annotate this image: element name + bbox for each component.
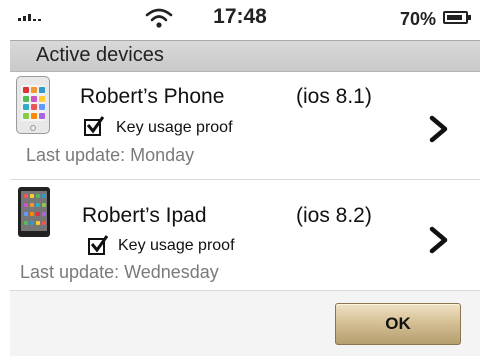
battery-icon	[443, 11, 471, 24]
last-update: Last update: Monday	[26, 145, 195, 165]
device-row-ipad[interactable]: Robert’s Ipad (ios 8.2) Key usage proof …	[10, 183, 480, 291]
section-header: Active devices	[10, 40, 480, 72]
checkbox-label: Key usage proof	[118, 237, 235, 254]
key-usage-proof-checkbox[interactable]	[84, 116, 105, 136]
iphone-icon	[16, 76, 50, 134]
checkbox-label: Key usage proof	[116, 119, 233, 136]
ipad-icon	[18, 187, 50, 237]
device-name: Robert’s Phone	[80, 85, 225, 108]
device-row-phone[interactable]: Robert’s Phone (ios 8.1) Key usage proof…	[10, 72, 480, 180]
footer-bar: OK	[10, 291, 480, 356]
chevron-right-icon[interactable]	[428, 114, 450, 144]
chevron-right-icon[interactable]	[428, 225, 450, 255]
key-usage-proof-checkbox[interactable]	[88, 235, 109, 255]
ok-button[interactable]: OK	[335, 303, 461, 345]
last-update: Last update: Wednesday	[20, 262, 219, 282]
battery-percent: 70%	[400, 9, 437, 29]
section-title: Active devices	[36, 44, 164, 66]
status-bar: 17:48 70%	[0, 0, 480, 40]
os-version: (ios 8.2)	[296, 204, 372, 227]
os-version: (ios 8.1)	[296, 85, 372, 108]
checkmark-icon	[90, 235, 109, 253]
checkmark-icon	[86, 116, 105, 134]
device-name: Robert’s Ipad	[82, 204, 207, 227]
